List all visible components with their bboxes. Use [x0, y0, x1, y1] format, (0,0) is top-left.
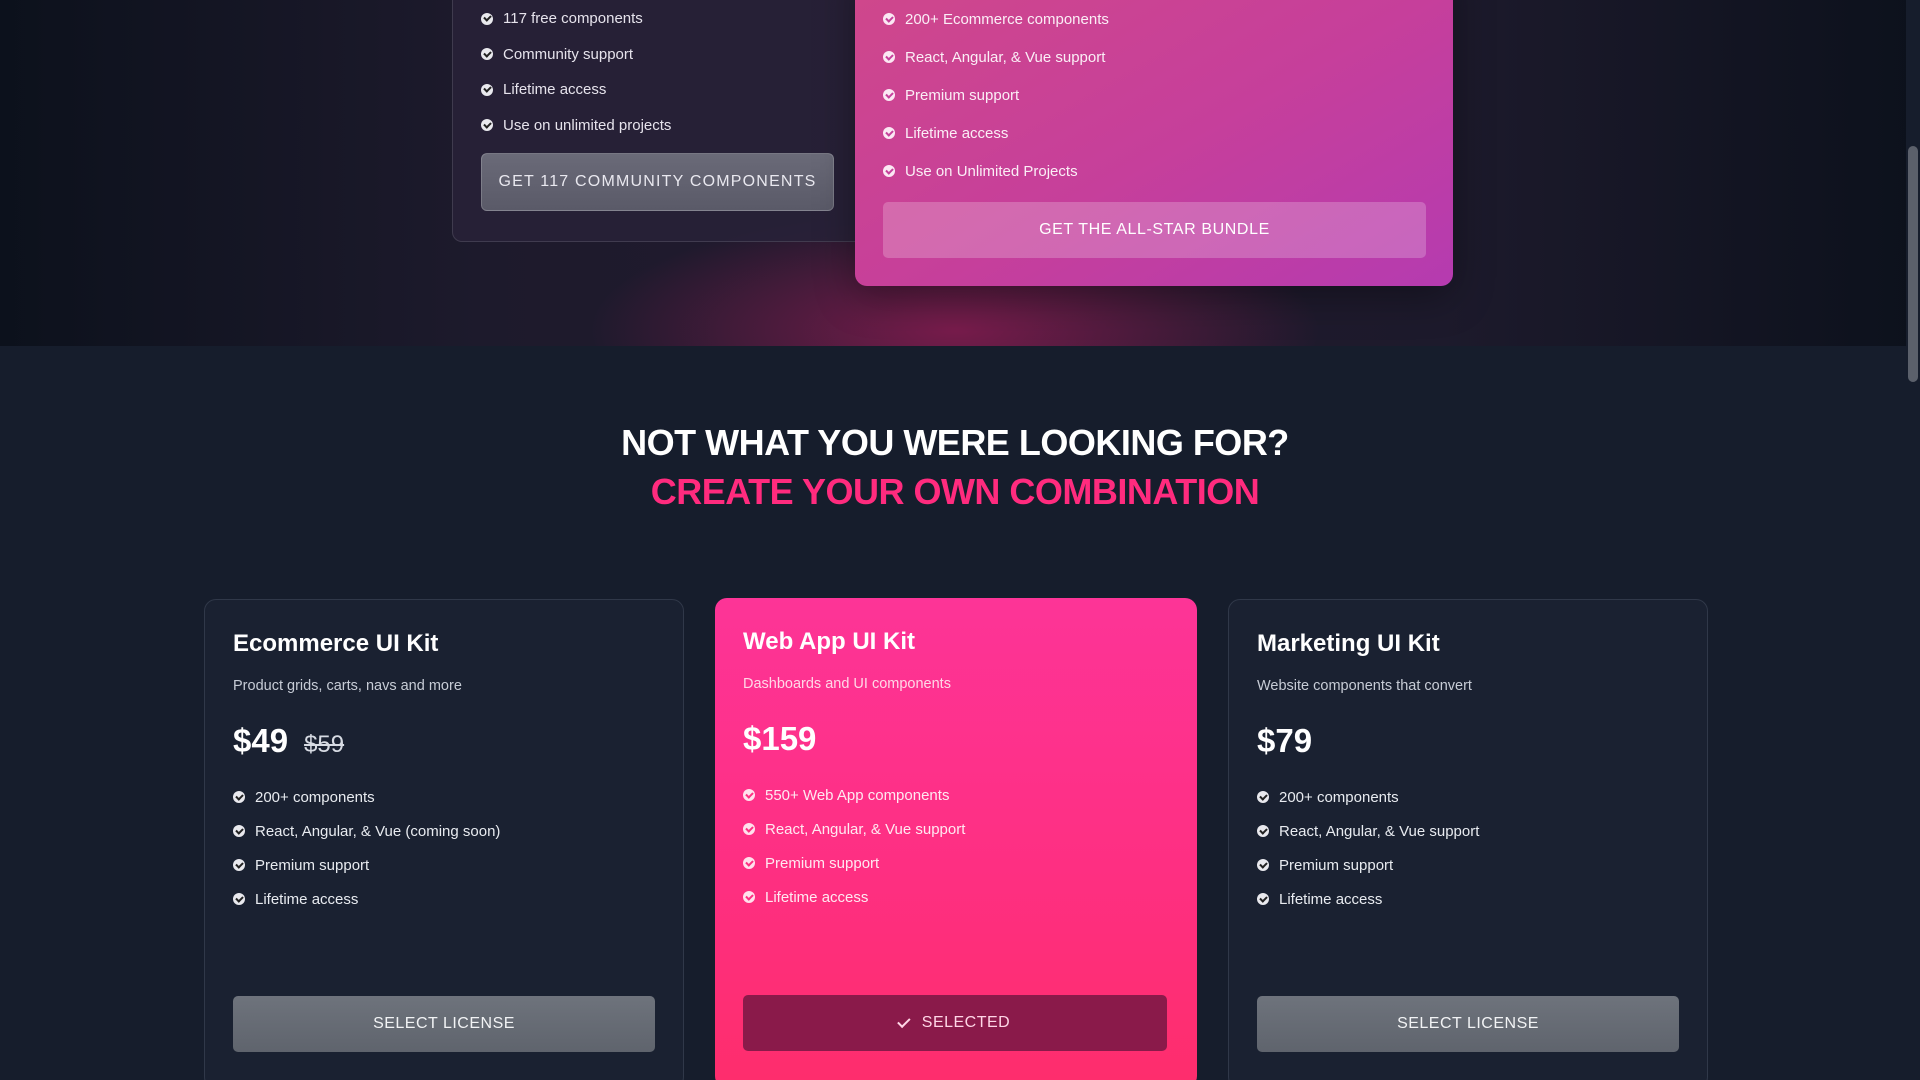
price-row: $49 $59: [233, 722, 655, 760]
select-license-button[interactable]: SELECT LICENSE: [233, 996, 655, 1052]
price-row: $159: [743, 720, 1169, 758]
feature-text: 200+ components: [255, 788, 375, 806]
check-circle-icon: [481, 119, 493, 132]
get-allstar-bundle-button[interactable]: GET THE ALL-STAR BUNDLE: [883, 202, 1426, 258]
marketing-kit-card: Marketing UI Kit Website components that…: [1228, 599, 1708, 1080]
list-item: Lifetime access: [481, 72, 875, 108]
feature-text: Use on Unlimited Projects: [905, 162, 1078, 180]
feature-text: 200+ Ecommerce components: [905, 10, 1109, 28]
select-license-button[interactable]: SELECT LICENSE: [1257, 996, 1679, 1052]
list-item: Lifetime access: [1257, 882, 1679, 916]
ecommerce-kit-card: Ecommerce UI Kit Product grids, carts, n…: [204, 599, 684, 1080]
feature-text: Lifetime access: [905, 124, 1009, 142]
list-item: Lifetime access: [883, 114, 1453, 152]
price-row: $79: [1257, 722, 1679, 760]
list-item: React, Angular, & Vue support: [743, 812, 1169, 846]
check-circle-icon: [883, 165, 895, 177]
feature-text: Lifetime access: [765, 888, 869, 906]
list-item: 200+ Ecommerce components: [883, 0, 1453, 38]
check-icon: [896, 1014, 911, 1028]
feature-text: Use on unlimited projects: [503, 116, 672, 134]
card-subtitle: Product grids, carts, navs and more: [233, 678, 462, 694]
old-price: $59: [304, 731, 345, 758]
scrollbar-track[interactable]: [1906, 0, 1920, 1080]
feature-text: React, Angular, & Vue (coming soon): [255, 822, 501, 840]
card-title: Web App UI Kit: [743, 628, 915, 655]
list-item: Community support: [481, 37, 875, 73]
selected-label: SELECTED: [921, 1014, 1011, 1031]
check-circle-icon: [233, 791, 245, 803]
list-item: Lifetime access: [233, 882, 655, 916]
feature-text: Lifetime access: [255, 890, 359, 908]
feature-text: Premium support: [1279, 856, 1394, 874]
list-item: 200+ components: [233, 780, 655, 814]
section-heading: NOT WHAT YOU WERE LOOKING FOR?: [621, 422, 1289, 463]
check-circle-icon: [883, 89, 895, 101]
price: $49: [233, 722, 289, 759]
selected-license-button[interactable]: SELECTED: [743, 995, 1167, 1051]
top-pricing-section: 117 free components Community support Li…: [0, 0, 1920, 346]
community-feature-list: 117 free components Community support Li…: [481, 1, 875, 143]
community-plan-card: 117 free components Community support Li…: [452, 0, 876, 242]
feature-list: 200+ components React, Angular, & Vue su…: [1257, 780, 1679, 916]
feature-text: Premium support: [765, 854, 880, 872]
feature-text: Community support: [503, 45, 634, 63]
list-item: 200+ components: [1257, 780, 1679, 814]
get-community-components-button[interactable]: GET 117 COMMUNITY COMPONENTS: [481, 153, 834, 211]
list-item: React, Angular, & Vue support: [1257, 814, 1679, 848]
card-title: Ecommerce UI Kit: [233, 630, 439, 657]
list-item: Premium support: [743, 846, 1169, 880]
allstar-feature-list: 200+ Ecommerce components React, Angular…: [883, 0, 1453, 190]
feature-list: 550+ Web App components React, Angular, …: [743, 778, 1169, 914]
check-circle-icon: [883, 127, 895, 139]
check-circle-icon: [883, 51, 895, 63]
feature-text: Lifetime access: [503, 81, 607, 99]
check-circle-icon: [233, 825, 245, 837]
webapp-kit-card: Web App UI Kit Dashboards and UI compone…: [715, 598, 1197, 1080]
list-item: Use on Unlimited Projects: [883, 152, 1453, 190]
check-circle-icon: [481, 83, 493, 96]
feature-text: Premium support: [905, 86, 1020, 104]
feature-text: 117 free components: [503, 10, 643, 28]
list-item: 117 free components: [481, 1, 875, 37]
feature-text: Premium support: [255, 856, 370, 874]
check-circle-icon: [1257, 893, 1269, 905]
card-title: Marketing UI Kit: [1257, 630, 1440, 657]
check-circle-icon: [743, 857, 755, 869]
scrollbar-thumb[interactable]: [1908, 146, 1918, 382]
list-item: React, Angular, & Vue support: [883, 38, 1453, 76]
check-circle-icon: [233, 859, 245, 871]
check-circle-icon: [481, 48, 493, 61]
price: $79: [1257, 722, 1313, 759]
card-subtitle: Dashboards and UI components: [743, 676, 951, 692]
check-circle-icon: [883, 13, 895, 25]
price: $159: [743, 720, 817, 757]
list-item: Premium support: [1257, 848, 1679, 882]
card-subtitle: Website components that convert: [1257, 678, 1472, 694]
check-circle-icon: [1257, 791, 1269, 803]
allstar-bundle-card: 200+ Ecommerce components React, Angular…: [855, 0, 1453, 286]
feature-text: Lifetime access: [1279, 890, 1383, 908]
list-item: Use on unlimited projects: [481, 108, 875, 144]
feature-text: 550+ Web App components: [765, 786, 950, 804]
list-item: Lifetime access: [743, 880, 1169, 914]
check-circle-icon: [1257, 825, 1269, 837]
check-circle-icon: [481, 12, 493, 25]
check-circle-icon: [1257, 859, 1269, 871]
feature-text: 200+ components: [1279, 788, 1399, 806]
feature-text: React, Angular, & Vue support: [765, 820, 966, 838]
check-circle-icon: [743, 891, 755, 903]
check-circle-icon: [743, 823, 755, 835]
section-subheading: CREATE YOUR OWN COMBINATION: [650, 471, 1260, 512]
list-item: 550+ Web App components: [743, 778, 1169, 812]
feature-list: 200+ components React, Angular, & Vue (c…: [233, 780, 655, 916]
check-circle-icon: [743, 789, 755, 801]
feature-text: React, Angular, & Vue support: [1279, 822, 1480, 840]
feature-text: React, Angular, & Vue support: [905, 48, 1106, 66]
list-item: Premium support: [233, 848, 655, 882]
list-item: Premium support: [883, 76, 1453, 114]
list-item: React, Angular, & Vue (coming soon): [233, 814, 655, 848]
check-circle-icon: [233, 893, 245, 905]
